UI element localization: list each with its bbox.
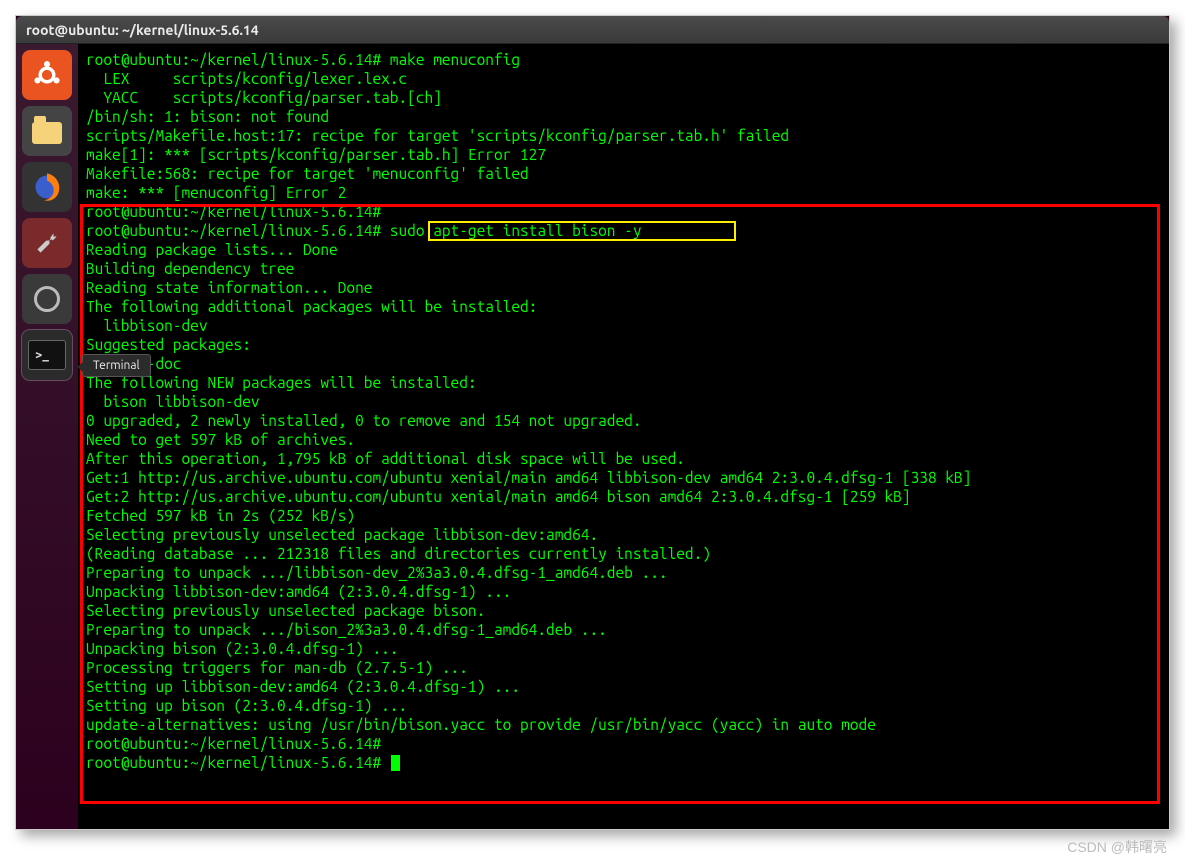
- unity-launcher: >_: [16, 44, 78, 829]
- files-icon[interactable]: [22, 106, 72, 156]
- terminal-glyph-icon: >_: [28, 340, 66, 370]
- wrench-icon: [31, 227, 63, 259]
- ubuntu-logo-icon: [30, 58, 64, 92]
- terminal-pane[interactable]: root@ubuntu:~/kernel/linux-5.6.14# make …: [78, 44, 1169, 829]
- firefox-logo-icon: [29, 169, 65, 205]
- settings-icon[interactable]: [22, 218, 72, 268]
- cursor: [391, 755, 400, 771]
- terminal-icon[interactable]: >_: [22, 330, 72, 380]
- terminal-output[interactable]: root@ubuntu:~/kernel/linux-5.6.14# make …: [78, 44, 1169, 778]
- desktop: root@ubuntu: ~/kernel/linux-5.6.14: [15, 15, 1170, 830]
- system-settings-icon[interactable]: [22, 274, 72, 324]
- window-titlebar[interactable]: root@ubuntu: ~/kernel/linux-5.6.14: [16, 16, 1169, 44]
- ubuntu-dash-icon[interactable]: [22, 50, 72, 100]
- launcher-tooltip: Terminal: [82, 354, 151, 377]
- watermark: CSDN @韩曙亮: [1067, 837, 1167, 857]
- window-title: root@ubuntu: ~/kernel/linux-5.6.14: [26, 22, 259, 38]
- window-body: >_ Terminal root@ubuntu:~/kernel/linux-5…: [16, 44, 1169, 829]
- folder-icon: [32, 122, 62, 144]
- firefox-icon[interactable]: [22, 162, 72, 212]
- gear-icon: [34, 286, 60, 312]
